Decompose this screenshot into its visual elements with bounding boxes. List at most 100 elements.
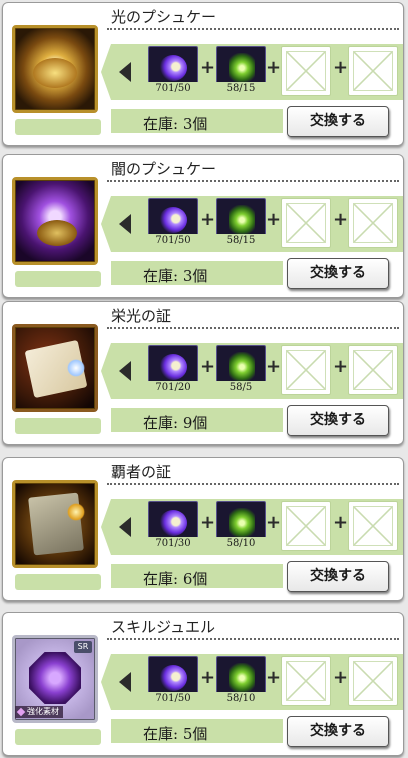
plus-icon: + — [200, 512, 216, 533]
material-slot-1[interactable]: 701/20 — [148, 345, 198, 395]
left-arrow-icon[interactable] — [119, 214, 131, 234]
exchange-card: 闇のプシュケー 701/50 + 58/15 + + 在庫: 3個 交換する — [2, 154, 404, 298]
material-count: 58/10 — [216, 692, 266, 706]
material-slot-4 — [348, 46, 398, 96]
item-name: 栄光の証 — [111, 307, 172, 325]
exchange-button[interactable]: 交換する — [287, 258, 389, 289]
material-slot-2[interactable]: 58/10 — [216, 501, 266, 551]
plus-icon: + — [200, 667, 216, 688]
material-count: 701/20 — [148, 381, 198, 395]
title-divider — [107, 327, 399, 329]
item-glow — [33, 58, 77, 88]
title-divider — [107, 28, 399, 30]
seal-glow — [67, 503, 85, 521]
plus-icon: + — [200, 57, 216, 78]
material-slot-2[interactable]: 58/10 — [216, 656, 266, 706]
stock-text: 在庫: 9個 — [143, 414, 208, 432]
purple-crystal-icon — [159, 354, 187, 380]
empty-slot-icon — [353, 203, 393, 243]
green-crystal-icon — [229, 53, 255, 83]
item-thumbnail: SR 強化素材 — [12, 635, 98, 723]
seal-glow — [67, 359, 85, 377]
empty-slot-icon — [286, 350, 326, 390]
exchange-card: スキルジュエル SR 強化素材 701/50 + 58/10 + + 在庫: 5… — [2, 612, 404, 756]
plus-icon: + — [266, 209, 282, 230]
purple-crystal-icon — [159, 665, 187, 691]
stock-text: 在庫: 6個 — [143, 570, 208, 588]
exchange-button[interactable]: 交換する — [287, 405, 389, 436]
material-count: 58/15 — [216, 234, 266, 248]
empty-slot-icon — [286, 51, 326, 91]
plus-icon: + — [266, 356, 282, 377]
material-count: 701/50 — [148, 234, 198, 248]
purple-crystal-icon — [159, 207, 187, 233]
scroll-shape — [28, 492, 84, 556]
plus-icon: + — [200, 356, 216, 377]
item-thumbnail — [12, 177, 98, 265]
left-arrow-icon[interactable] — [119, 62, 131, 82]
stock-text: 在庫: 5個 — [143, 725, 208, 743]
exchange-card: 覇者の証 701/30 + 58/10 + + 在庫: 6個 交換する — [2, 457, 404, 601]
thumb-base — [15, 574, 101, 590]
materials-band: 701/30 + 58/10 + + — [101, 499, 403, 555]
thumb-base — [15, 729, 101, 745]
title-divider — [107, 638, 399, 640]
empty-slot-icon — [353, 51, 393, 91]
material-count: 58/15 — [216, 82, 266, 96]
material-slot-3 — [281, 501, 331, 551]
materials-band: 701/50 + 58/15 + + — [101, 44, 403, 100]
plus-icon: + — [333, 209, 349, 230]
material-slot-1[interactable]: 701/50 — [148, 198, 198, 248]
exchange-list: 光のプシュケー 701/50 + 58/15 + + 在庫: 3個 交換する 闇… — [0, 0, 408, 758]
title-divider — [107, 180, 399, 182]
material-count: 701/30 — [148, 537, 198, 551]
material-slot-4 — [348, 501, 398, 551]
thumb-base — [15, 271, 101, 287]
materials-band: 701/20 + 58/5 + + — [101, 343, 403, 399]
item-thumbnail — [12, 25, 98, 113]
material-slot-3 — [281, 198, 331, 248]
empty-slot-icon — [353, 350, 393, 390]
item-thumbnail — [12, 480, 98, 568]
material-count: 58/5 — [216, 381, 266, 395]
item-name: スキルジュエル — [111, 618, 215, 636]
exchange-button[interactable]: 交換する — [287, 106, 389, 137]
material-tag: 強化素材 — [15, 706, 63, 718]
left-arrow-icon[interactable] — [119, 517, 131, 537]
material-slot-2[interactable]: 58/15 — [216, 198, 266, 248]
jewel-shape — [29, 652, 81, 704]
plus-icon: + — [266, 512, 282, 533]
plus-icon: + — [333, 667, 349, 688]
exchange-card: 栄光の証 701/20 + 58/5 + + 在庫: 9個 交換する — [2, 301, 404, 445]
left-arrow-icon[interactable] — [119, 672, 131, 692]
stock-text: 在庫: 3個 — [143, 115, 208, 133]
material-slot-4 — [348, 198, 398, 248]
exchange-button[interactable]: 交換する — [287, 561, 389, 592]
exchange-button[interactable]: 交換する — [287, 716, 389, 747]
left-arrow-icon[interactable] — [119, 361, 131, 381]
material-slot-1[interactable]: 701/50 — [148, 46, 198, 96]
material-count: 58/10 — [216, 537, 266, 551]
empty-slot-icon — [286, 506, 326, 546]
empty-slot-icon — [286, 203, 326, 243]
purple-crystal-icon — [159, 510, 187, 536]
material-slot-2[interactable]: 58/15 — [216, 46, 266, 96]
empty-slot-icon — [353, 661, 393, 701]
plus-icon: + — [266, 57, 282, 78]
material-slot-1[interactable]: 701/50 — [148, 656, 198, 706]
material-slot-4 — [348, 656, 398, 706]
plus-icon: + — [333, 57, 349, 78]
material-slot-3 — [281, 656, 331, 706]
item-glow — [37, 220, 77, 246]
item-name: 光のプシュケー — [111, 8, 217, 26]
purple-crystal-icon — [159, 55, 187, 81]
plus-icon: + — [333, 512, 349, 533]
material-count: 701/50 — [148, 692, 198, 706]
material-slot-1[interactable]: 701/30 — [148, 501, 198, 551]
material-slot-2[interactable]: 58/5 — [216, 345, 266, 395]
materials-band: 701/50 + 58/10 + + — [101, 654, 403, 710]
empty-slot-icon — [286, 661, 326, 701]
green-crystal-icon — [229, 205, 255, 235]
plus-icon: + — [266, 667, 282, 688]
plus-icon: + — [333, 356, 349, 377]
